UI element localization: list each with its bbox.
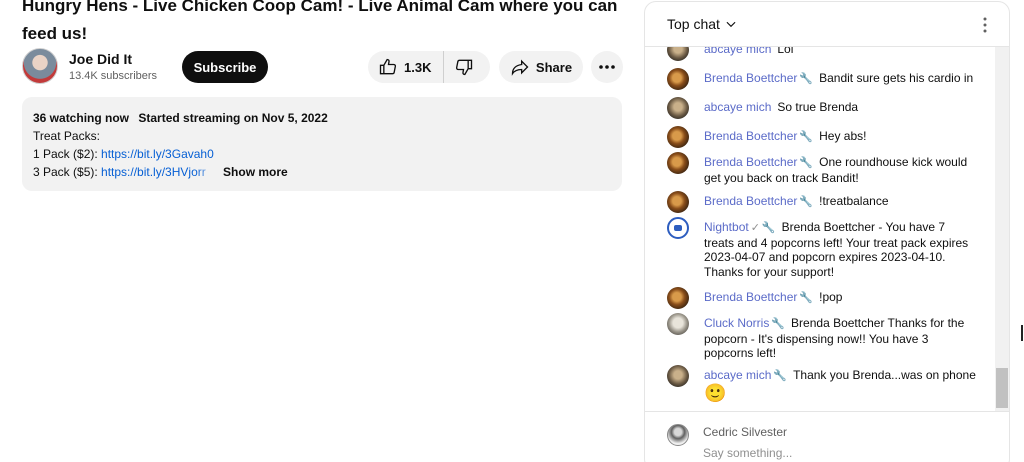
more-actions-button[interactable] — [591, 51, 623, 83]
chat-avatar[interactable] — [667, 126, 689, 148]
treat-pack-link[interactable]: https://bit.ly/3HVjorr — [101, 163, 219, 181]
description-header: 36 watching now Started streaming on Nov… — [33, 109, 611, 127]
chat-text: Hey abs! — [819, 129, 867, 143]
chat-author[interactable]: Brenda Boettcher 🔧 — [704, 155, 813, 169]
chat-avatar[interactable] — [667, 97, 689, 119]
description-line: 1 Pack ($2): https://bit.ly/3Gavah0 — [33, 145, 611, 163]
chat-scrollbar-thumb[interactable] — [996, 368, 1008, 408]
chat-author[interactable]: Brenda Boettcher 🔧 — [704, 71, 813, 85]
wrench-icon: 🔧 — [799, 292, 814, 304]
chat-message-input[interactable] — [703, 443, 987, 462]
chat-author[interactable]: Cluck Norris 🔧 — [704, 316, 785, 330]
channel-name[interactable]: Joe Did It — [69, 51, 132, 67]
chat-menu-button[interactable] — [975, 14, 995, 36]
more-vertical-icon — [983, 17, 987, 33]
chat-message: Brenda Boettcher 🔧 Bandit sure gets his ca… — [667, 68, 977, 90]
wrench-icon: 🔧 — [771, 318, 786, 330]
chat-message: Cluck Norris 🔧 Brenda Boettcher Thanks for… — [667, 313, 977, 361]
chat-message: Brenda Boettcher 🔧 !treatbalance — [667, 191, 977, 213]
share-label: Share — [535, 59, 573, 75]
channel-avatar[interactable] — [22, 48, 58, 84]
like-button[interactable]: 1.3K — [368, 51, 445, 83]
chat-avatar[interactable] — [667, 152, 689, 174]
chat-avatar[interactable] — [667, 287, 689, 309]
chat-avatar[interactable] — [667, 191, 689, 213]
chat-avatar[interactable] — [667, 68, 689, 90]
wrench-icon: 🔧 — [799, 73, 814, 85]
cursor-marker — [1021, 325, 1023, 341]
wrench-icon: 🔧 — [773, 370, 788, 382]
chat-message: abcaye mich So true Brenda — [667, 97, 977, 119]
pack-label: 1 Pack ($2): — [33, 147, 102, 161]
chat-avatar[interactable] — [667, 365, 689, 387]
wrench-icon: 🔧 — [799, 157, 814, 169]
description-line: 3 Pack ($5): https://bit.ly/3HVjorr Show … — [33, 163, 611, 181]
description-line: Treat Packs: — [33, 129, 100, 143]
chat-message: Nightbot ✓ 🔧 Brenda Boettcher - You have 7 … — [667, 217, 977, 279]
dislike-button[interactable] — [444, 51, 484, 83]
share-icon — [511, 59, 529, 76]
chat-mode-dropdown[interactable]: Top chat — [667, 16, 738, 32]
current-user-avatar — [667, 424, 689, 446]
chat-header: Top chat — [645, 2, 1009, 47]
like-count: 1.3K — [404, 59, 432, 75]
chat-author[interactable]: Brenda Boettcher 🔧 — [704, 129, 813, 143]
watching-count: 36 watching now — [33, 111, 130, 125]
wrench-icon: 🔧 — [761, 222, 776, 234]
owner-row: Joe Did It 13.4K subscribers Subscribe 1… — [22, 48, 624, 88]
smile-emoji: 🙂 — [704, 382, 727, 403]
chat-avatar[interactable] — [667, 313, 689, 335]
subscriber-count: 13.4K subscribers — [69, 70, 158, 82]
chat-author[interactable]: abcaye mich — [704, 100, 771, 114]
chat-message: Brenda Boettcher 🔧 Hey abs! — [667, 126, 977, 148]
chat-scrollbar[interactable] — [995, 47, 1009, 411]
chat-text: Thank you Brenda...was on phone — [793, 368, 976, 382]
chat-avatar[interactable] — [667, 47, 689, 61]
chat-text: So true Brenda — [777, 100, 859, 114]
chat-message: Brenda Boettcher 🔧 !pop — [667, 287, 977, 309]
subscribe-button[interactable]: Subscribe — [182, 51, 268, 83]
thumbs-up-icon — [379, 58, 397, 75]
description-box[interactable]: 36 watching now Started streaming on Nov… — [22, 97, 622, 191]
chat-author[interactable]: abcaye mich 🔧 — [704, 368, 787, 382]
chat-author[interactable]: Brenda Boettcher 🔧 — [704, 194, 813, 208]
chat-text: Lol — [777, 47, 794, 56]
stream-start-date: Started streaming on Nov 5, 2022 — [138, 111, 328, 125]
chat-mode-label: Top chat — [667, 16, 720, 32]
chat-message: abcaye mich Lol — [667, 47, 977, 61]
chat-text: Bandit sure gets his cardio in — [819, 71, 974, 85]
chat-text: !pop — [819, 290, 843, 304]
chat-input-area: Cedric Silvester — [645, 411, 1009, 462]
show-more-button[interactable]: Show more — [223, 165, 288, 179]
video-title: Hungry Hens - Live Chicken Coop Cam! - L… — [22, 0, 618, 43]
share-button[interactable]: Share — [499, 51, 583, 83]
live-chat-panel: Top chat abcaye mich Lol Brenda Boettcher… — [644, 1, 1010, 462]
chat-author[interactable]: Brenda Boettcher 🔧 — [704, 290, 813, 304]
pack-label: 3 Pack ($5): — [33, 165, 102, 179]
wrench-icon: 🔧 — [799, 131, 814, 143]
chat-author[interactable]: abcaye mich — [704, 47, 771, 56]
video-info-panel: Hungry Hens - Live Chicken Coop Cam! - L… — [0, 0, 640, 462]
more-horizontal-icon — [599, 65, 615, 69]
wrench-icon: 🔧 — [799, 196, 814, 208]
chat-message: Brenda Boettcher 🔧 One roundhouse kick wou… — [667, 152, 977, 185]
chat-text: !treatbalance — [819, 194, 889, 208]
like-dislike-group: 1.3K — [368, 51, 490, 83]
chat-avatar[interactable] — [667, 217, 689, 239]
chat-message: abcaye mich 🔧 Thank you Brenda...was on ph… — [667, 365, 977, 403]
chat-author[interactable]: Nightbot ✓ 🔧 — [704, 220, 776, 234]
thumbs-down-icon — [456, 59, 473, 76]
current-user-name: Cedric Silvester — [703, 425, 788, 439]
chevron-down-icon — [726, 21, 736, 28]
treat-pack-link[interactable]: https://bit.ly/3Gavah0 — [101, 147, 214, 161]
verified-check-icon: ✓ — [750, 222, 760, 234]
chat-messages[interactable]: abcaye mich Lol Brenda Boettcher 🔧 Bandit s… — [645, 47, 995, 411]
